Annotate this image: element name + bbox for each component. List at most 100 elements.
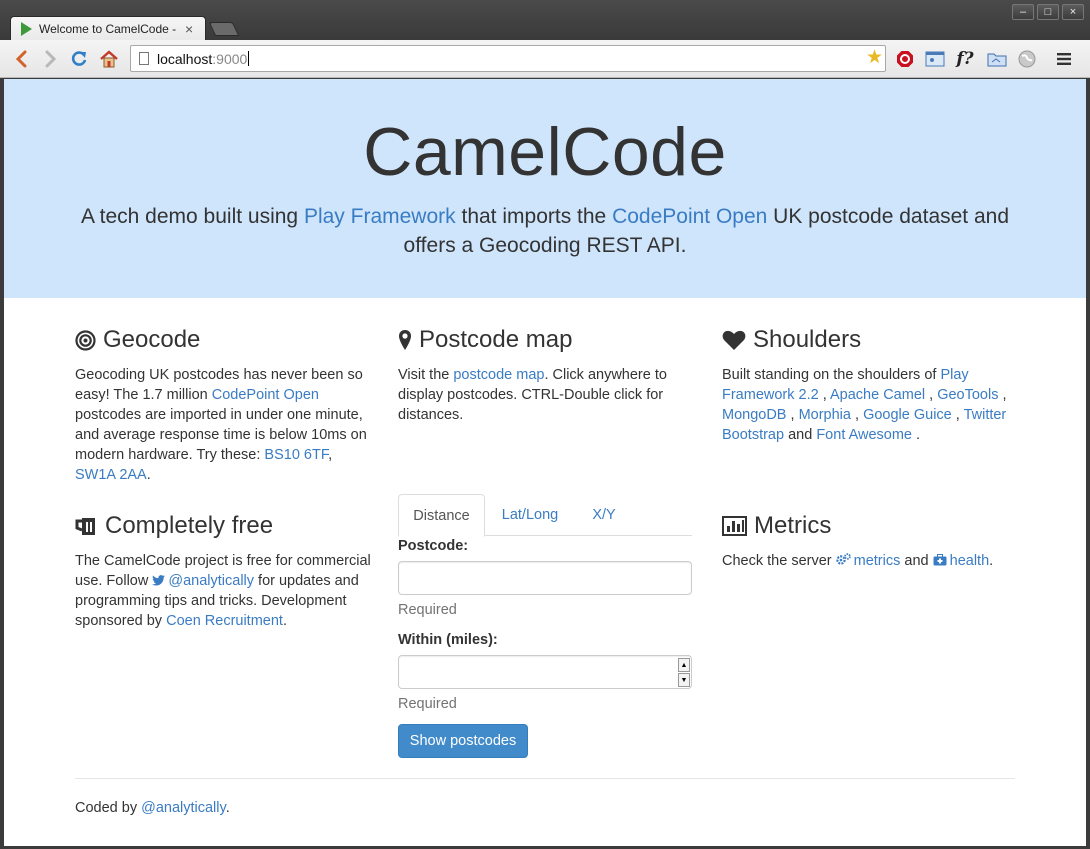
separator: , [850, 407, 864, 423]
separator: , [786, 407, 799, 423]
medkit-icon [933, 554, 947, 566]
lead-text: A tech demo built using [80, 205, 304, 228]
text-caret [248, 51, 250, 66]
window-controls: ‒ □ × [1012, 4, 1084, 20]
codepoint-open-link[interactable]: CodePoint Open [212, 387, 319, 403]
mongodb-link[interactable]: MongoDB [722, 407, 786, 423]
spinner-down-icon[interactable]: ▼ [678, 673, 690, 687]
beer-mug-icon [75, 517, 95, 535]
twitter-bird-icon [152, 575, 166, 586]
footer-divider [75, 778, 1015, 779]
tab-distance[interactable]: Distance [398, 494, 485, 537]
font-finder-icon[interactable]: f? [954, 49, 976, 69]
menu-hamburger-icon[interactable] [1053, 49, 1075, 69]
globe-extension-icon[interactable] [1016, 49, 1038, 69]
metrics-heading-text: Metrics [754, 512, 832, 539]
example-postcode-sw1a-link[interactable]: SW1A 2AA [75, 467, 147, 483]
codepoint-open-link[interactable]: CodePoint Open [612, 205, 767, 228]
adblock-extension-icon[interactable] [894, 49, 916, 69]
number-spinner: ▲ ▼ [678, 658, 690, 687]
footer-twitter-link[interactable]: @analytically [141, 800, 226, 816]
within-miles-label: Within (miles): [398, 632, 498, 648]
separator: , [818, 387, 830, 403]
map-marker-icon [399, 330, 411, 350]
text: . [146, 467, 151, 483]
close-window-button[interactable]: × [1062, 4, 1084, 20]
browser-tab[interactable]: Welcome to CamelCode - × [10, 16, 206, 41]
geocode-section: Geocode Geocoding UK postcodes has never… [75, 325, 371, 485]
postcode-map-heading: Postcode map [398, 325, 694, 355]
shoulders-heading: Shoulders [722, 325, 1022, 355]
text: Check the server [722, 553, 836, 569]
twitter-handle-link[interactable]: @analytically [168, 573, 254, 589]
shoulders-section: Shoulders Built standing on the shoulder… [722, 325, 1022, 445]
within-miles-input[interactable]: ▲ ▼ [398, 655, 692, 689]
reload-icon[interactable] [69, 49, 89, 69]
home-icon[interactable] [99, 49, 119, 69]
shoulders-heading-text: Shoulders [753, 326, 862, 353]
text: Built standing on the shoulders of [722, 367, 941, 383]
footer: Coded by @analytically. [75, 800, 230, 816]
browser-toolbar: localhost:9000 ★ f? [0, 40, 1090, 78]
tab-lat-long[interactable]: Lat/Long [486, 494, 574, 536]
text: and [900, 553, 933, 569]
page-icon [139, 52, 149, 65]
geotools-link[interactable]: GeoTools [937, 387, 998, 403]
window-extension-icon[interactable] [924, 49, 946, 69]
tab-close-icon[interactable]: × [185, 22, 193, 36]
postcode-map-description: Visit the postcode map. Click anywhere t… [398, 365, 694, 425]
apache-camel-link[interactable]: Apache Camel [830, 387, 925, 403]
metrics-section: Metrics Check the server metrics and hea… [722, 511, 1022, 571]
maximize-button[interactable]: □ [1037, 4, 1059, 20]
bookmark-star-icon[interactable]: ★ [866, 48, 883, 67]
forward-arrow-icon[interactable] [41, 49, 61, 69]
search-tabs: Distance Lat/Long X/Y [398, 494, 692, 537]
completely-free-description: The CamelCode project is free for commer… [75, 551, 371, 631]
font-awesome-link[interactable]: Font Awesome [816, 427, 912, 443]
morphia-link[interactable]: Morphia [799, 407, 851, 423]
completely-free-heading-text: Completely free [105, 512, 274, 539]
postcode-input[interactable] [398, 561, 692, 595]
separator: . [911, 427, 921, 443]
browser-titlebar: Welcome to CamelCode - × ‒ □ × [0, 0, 1090, 41]
postcode-label: Postcode: [398, 538, 469, 554]
health-link[interactable]: health [950, 553, 990, 569]
separator: and [784, 427, 817, 443]
metrics-link[interactable]: metrics [854, 553, 901, 569]
postcode-map-heading-text: Postcode map [419, 326, 573, 353]
new-tab-button[interactable] [208, 22, 240, 36]
text: . [989, 553, 994, 569]
example-postcode-bs10-link[interactable]: BS10 6TF [264, 447, 328, 463]
back-arrow-icon[interactable] [11, 49, 31, 69]
text: Coded by [75, 800, 142, 816]
separator: , [951, 407, 964, 423]
address-bar[interactable]: localhost:9000 ★ [130, 45, 886, 72]
separator: , [925, 387, 938, 403]
tab-x-y[interactable]: X/Y [574, 494, 634, 536]
text: Visit the [398, 367, 454, 383]
metrics-heading: Metrics [722, 511, 1022, 541]
site-title: CamelCode [363, 114, 727, 190]
bullseye-icon [75, 329, 96, 351]
postcode-map-link[interactable]: postcode map [453, 367, 544, 383]
spinner-up-icon[interactable]: ▲ [678, 658, 690, 672]
folder-extension-icon[interactable] [986, 49, 1008, 69]
url-port: :9000 [212, 50, 248, 67]
url-host: localhost [157, 50, 213, 67]
geocode-heading-text: Geocode [103, 326, 201, 353]
coen-recruitment-link[interactable]: Coen Recruitment [166, 613, 283, 629]
play-framework-link[interactable]: Play Framework [304, 205, 456, 228]
hero-jumbotron: CamelCode A tech demo built using Play F… [4, 79, 1086, 298]
heart-icon [722, 330, 746, 350]
google-guice-link[interactable]: Google Guice [863, 407, 952, 423]
metrics-description: Check the server metrics and health. [722, 551, 1022, 571]
minimize-button[interactable]: ‒ [1012, 4, 1034, 20]
show-postcodes-button[interactable]: Show postcodes [398, 724, 528, 758]
tab-title: Welcome to CamelCode - [39, 22, 177, 36]
completely-free-heading: Completely free [75, 511, 371, 541]
shoulders-description: Built standing on the shoulders of Play … [722, 365, 1022, 445]
text: , [328, 447, 333, 463]
text: . [282, 613, 287, 629]
geocode-heading: Geocode [75, 325, 371, 355]
play-framework-favicon-icon [21, 22, 32, 36]
